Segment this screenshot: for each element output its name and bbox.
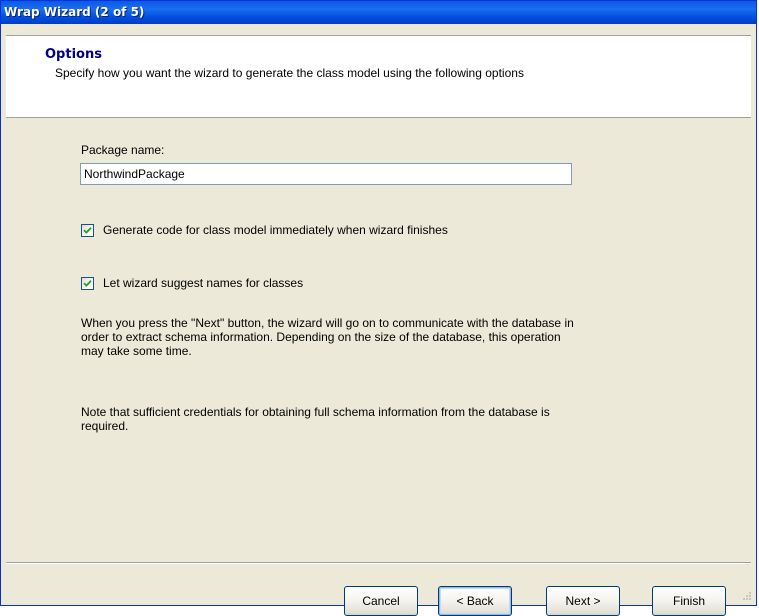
check-mark-icon [83,227,92,234]
header-divider [6,117,751,118]
wizard-window: Wrap Wizard (2 of 5) Options Specify how… [0,0,757,616]
page-title: Options [45,47,102,62]
info-text: When you press the "Next" button, the wi… [81,316,574,358]
window-title: Wrap Wizard (2 of 5) [4,5,145,19]
back-button[interactable]: < Back [438,586,512,616]
generate-code-label[interactable]: Generate code for class model immediatel… [103,223,448,237]
package-name-label: Package name: [81,143,165,157]
page-subtitle: Specify how you want the wizard to gener… [55,66,524,80]
check-mark-icon [83,280,92,287]
package-name-input[interactable] [80,163,572,185]
cancel-button[interactable]: Cancel [344,586,418,616]
window-titlebar[interactable]: Wrap Wizard (2 of 5) [1,1,756,24]
suggest-names-label[interactable]: Let wizard suggest names for classes [103,276,303,290]
next-button[interactable]: Next > [546,586,620,616]
finish-button[interactable]: Finish [652,586,726,616]
footer-divider-highlight [6,563,751,564]
generate-code-checkbox[interactable] [81,224,94,237]
resize-grip-icon[interactable] [742,591,752,601]
suggest-names-checkbox[interactable] [81,277,94,290]
note-text: Note that sufficient credentials for obt… [81,405,550,433]
